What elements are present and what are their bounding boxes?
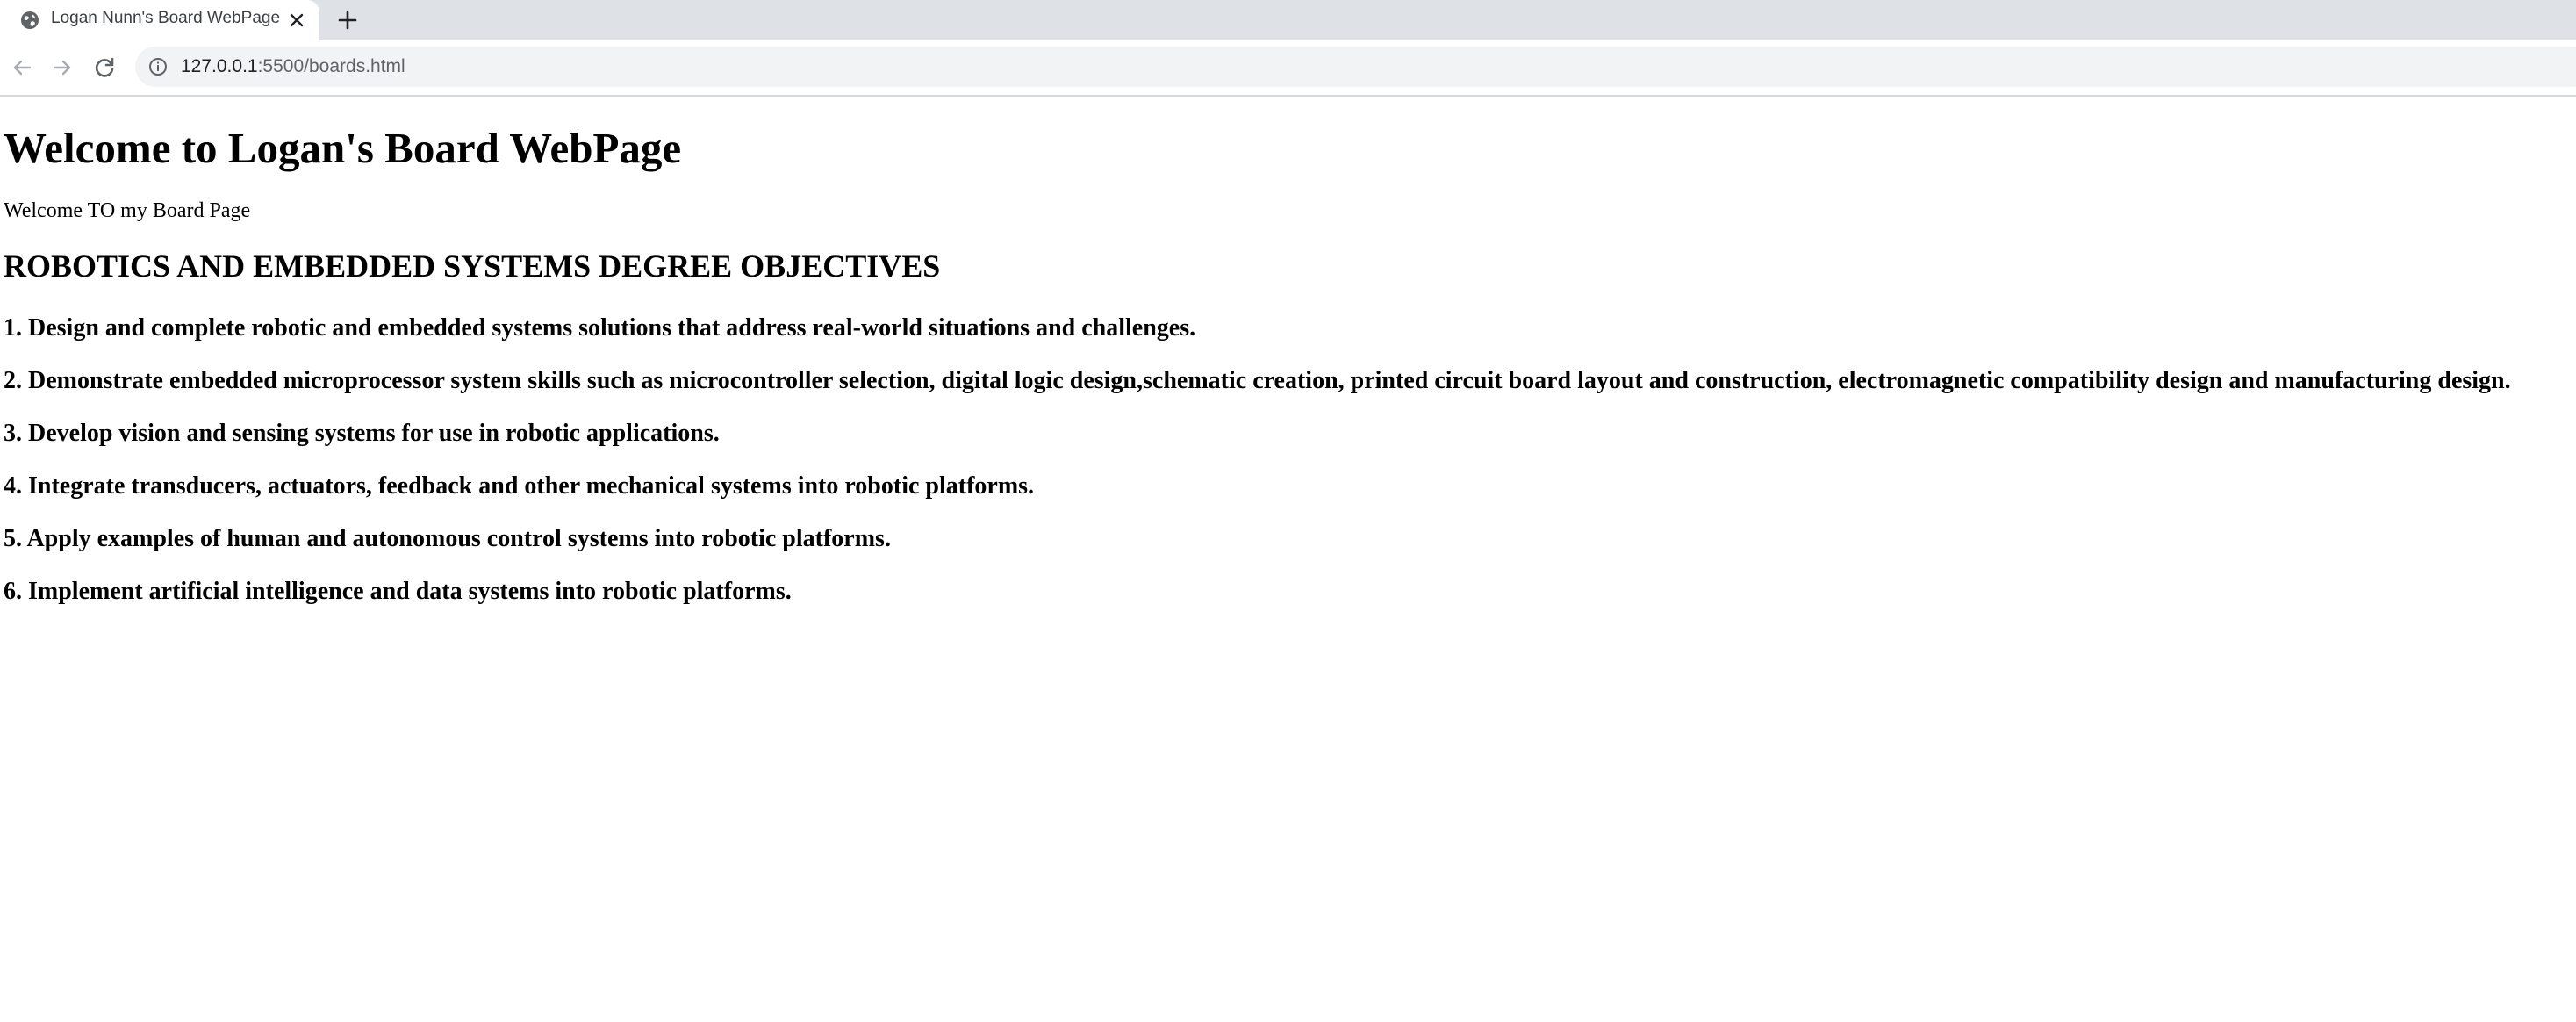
address-bar[interactable]: 127.0.0.1:5500/boards.html xyxy=(135,47,2576,87)
forward-arrow-icon[interactable] xyxy=(49,54,75,81)
tab-title: Logan Nunn's Board WebPage xyxy=(51,9,281,27)
new-tab-plus-icon[interactable] xyxy=(335,8,360,32)
objective-item: 1. Design and complete robotic and embed… xyxy=(4,314,1196,342)
objective-item: 2. Demonstrate embedded microprocessor s… xyxy=(4,367,2511,394)
objective-item: 3. Develop vision and sensing systems fo… xyxy=(4,420,720,447)
page-content: Welcome to Logan's Board WebPage Welcome… xyxy=(0,97,2576,1022)
page-heading: Welcome to Logan's Board WebPage xyxy=(4,124,682,172)
section-title: ROBOTICS AND EMBEDDED SYSTEMS DEGREE OBJ… xyxy=(4,248,941,284)
url-path: :5500/boards.html xyxy=(257,56,405,76)
globe-icon xyxy=(21,11,39,29)
close-icon[interactable] xyxy=(286,10,307,31)
url-host: 127.0.0.1 xyxy=(181,56,258,76)
reload-icon[interactable] xyxy=(91,54,118,81)
back-arrow-icon[interactable] xyxy=(9,54,35,81)
info-icon[interactable] xyxy=(147,56,169,77)
browser-toolbar: 127.0.0.1:5500/boards.html xyxy=(0,40,2576,97)
tab-strip: Logan Nunn's Board WebPage xyxy=(0,0,2576,40)
objective-item: 4. Integrate transducers, actuators, fee… xyxy=(4,472,1035,500)
objective-item: 6. Implement artificial intelligence and… xyxy=(4,578,792,605)
url-text[interactable]: 127.0.0.1:5500/boards.html xyxy=(181,47,405,87)
objective-item: 5. Apply examples of human and autonomou… xyxy=(4,525,891,552)
browser-tab[interactable]: Logan Nunn's Board WebPage xyxy=(0,0,319,40)
intro-text: Welcome TO my Board Page xyxy=(4,199,251,222)
